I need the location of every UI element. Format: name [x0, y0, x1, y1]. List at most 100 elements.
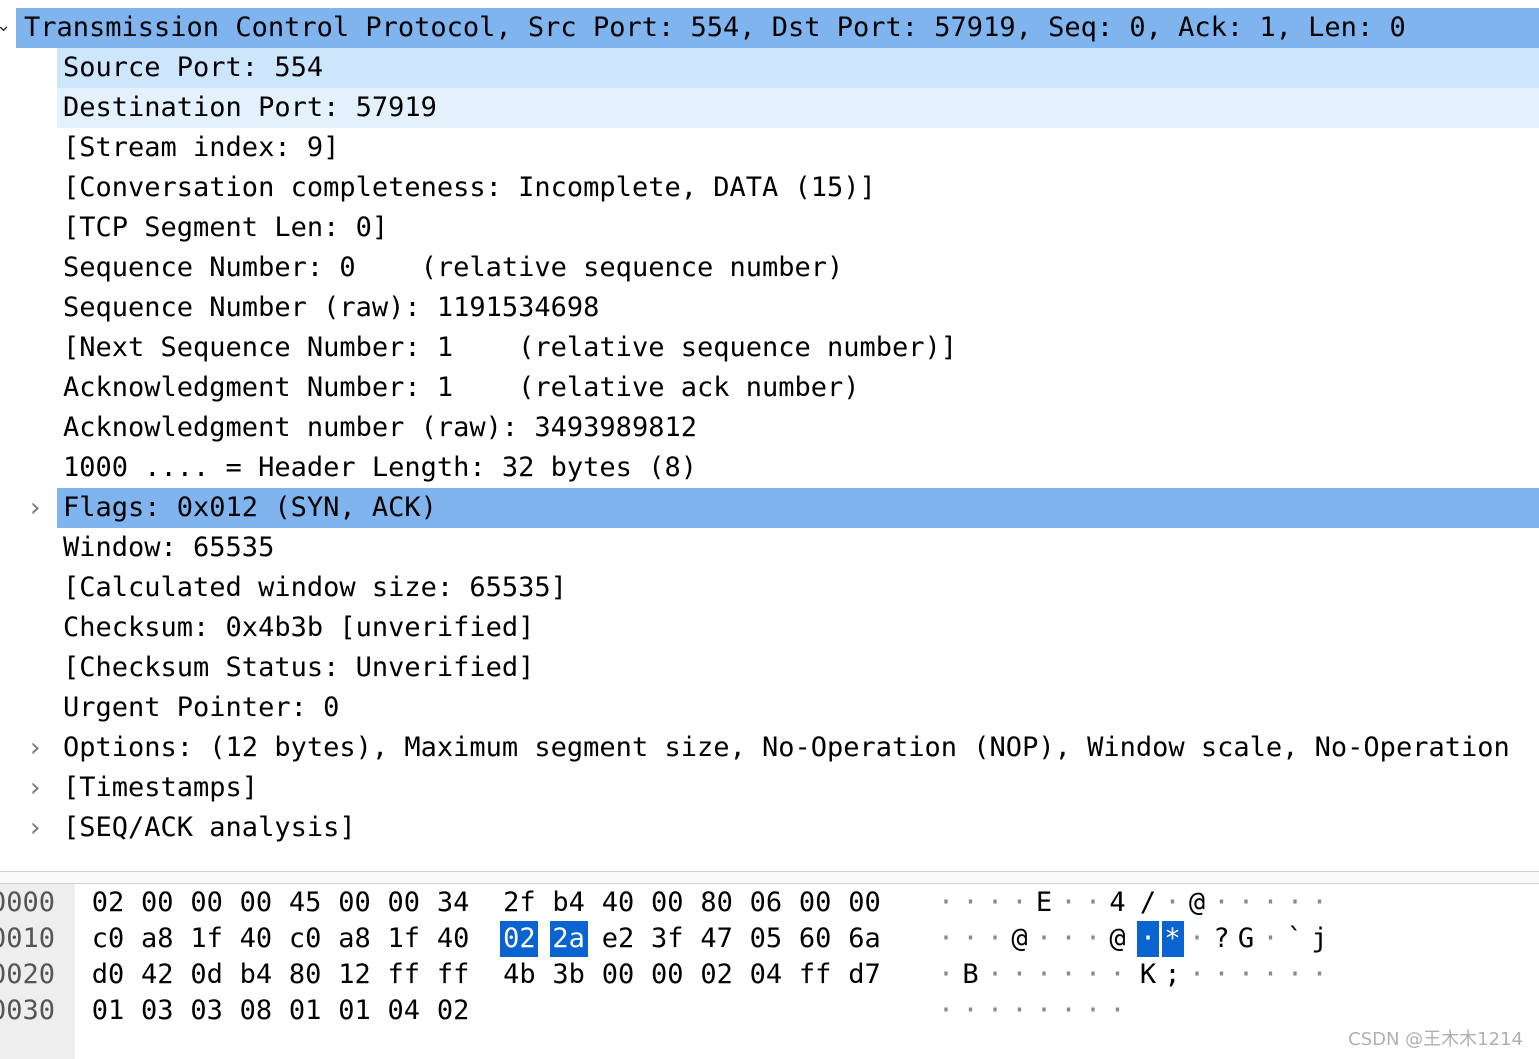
ascii-char[interactable]: · — [1058, 921, 1080, 957]
tree-row[interactable]: › [SEQ/ACK analysis] — [0, 808, 1539, 848]
ascii-char[interactable]: · — [1137, 921, 1159, 957]
hex-byte[interactable]: 3b — [550, 957, 588, 993]
tree-row[interactable]: › Options: (12 bytes), Maximum segment si… — [0, 728, 1539, 768]
hex-byte[interactable]: 45 — [286, 885, 324, 921]
hex-byte[interactable]: ff — [434, 957, 472, 993]
tree-row[interactable]: › [Timestamps] — [0, 768, 1539, 808]
ascii-char[interactable]: j — [1309, 921, 1331, 957]
tree-row[interactable]: 1000 .... = Header Length: 32 bytes (8) — [0, 448, 1539, 488]
tree-row[interactable]: [Stream index: 9] — [0, 128, 1539, 168]
hex-byte[interactable]: 80 — [286, 957, 324, 993]
hex-byte[interactable]: 42 — [138, 957, 176, 993]
ascii-char[interactable]: · — [984, 885, 1006, 921]
hex-byte[interactable]: 2a — [549, 921, 588, 957]
pane-splitter[interactable] — [0, 871, 1539, 884]
hex-byte[interactable]: 08 — [237, 993, 275, 1029]
tree-row[interactable]: Urgent Pointer: 0 — [0, 688, 1539, 728]
hex-byte[interactable]: 02 — [89, 885, 127, 921]
hex-byte[interactable]: 06 — [747, 885, 785, 921]
expand-arrow-icon[interactable]: › — [30, 488, 40, 528]
ascii-char[interactable]: @ — [1009, 921, 1031, 957]
tree-row[interactable]: Destination Port: 57919 — [0, 88, 1539, 128]
ascii-char[interactable]: E — [1033, 885, 1055, 921]
hex-byte[interactable]: 00 — [336, 885, 374, 921]
ascii-char[interactable]: · — [1162, 885, 1184, 921]
hex-byte[interactable]: 2f — [500, 885, 538, 921]
ascii-char[interactable]: · — [1260, 921, 1282, 957]
hex-byte[interactable]: 01 — [89, 993, 127, 1029]
hex-byte[interactable]: 02 — [434, 993, 472, 1029]
ascii-char[interactable]: K — [1137, 957, 1159, 993]
ascii-char[interactable]: * — [1161, 921, 1184, 957]
ascii-char[interactable]: · — [1033, 957, 1055, 993]
ascii-char[interactable]: ` — [1284, 921, 1306, 957]
hex-byte[interactable]: 00 — [188, 885, 226, 921]
hex-byte[interactable]: 60 — [796, 921, 834, 957]
hex-byte[interactable]: 80 — [698, 885, 736, 921]
ascii-char[interactable]: · — [960, 993, 982, 1029]
hex-byte[interactable]: 3f — [648, 921, 686, 957]
hex-byte[interactable]: 34 — [434, 885, 472, 921]
ascii-char[interactable]: · — [1235, 957, 1257, 993]
hex-byte[interactable]: 01 — [336, 993, 374, 1029]
ascii-char[interactable]: · — [984, 957, 1006, 993]
ascii-char[interactable]: / — [1137, 885, 1159, 921]
hex-byte[interactable]: 0d — [188, 957, 226, 993]
ascii-char[interactable]: · — [1284, 957, 1306, 993]
expand-arrow-icon[interactable]: › — [30, 728, 40, 768]
hex-byte[interactable]: b4 — [550, 885, 588, 921]
tree-row[interactable]: Acknowledgment Number: 1 (relative ack n… — [0, 368, 1539, 408]
tree-row[interactable]: [TCP Segment Len: 0] — [0, 208, 1539, 248]
ascii-char[interactable]: · — [1009, 993, 1031, 1029]
hex-byte[interactable]: d7 — [846, 957, 884, 993]
ascii-char[interactable]: · — [1058, 957, 1080, 993]
hex-byte[interactable]: 02 — [698, 957, 736, 993]
ascii-char[interactable]: · — [1186, 957, 1208, 993]
ascii-char[interactable]: · — [935, 921, 957, 957]
hex-byte[interactable]: 00 — [648, 957, 686, 993]
hex-byte[interactable]: 04 — [747, 957, 785, 993]
tree-row[interactable]: ⌄ Transmission Control Protocol, Src Port… — [0, 8, 1539, 48]
hex-byte[interactable]: 1f — [385, 921, 423, 957]
ascii-char[interactable]: @ — [1186, 885, 1208, 921]
hex-byte[interactable]: 05 — [747, 921, 785, 957]
hex-byte[interactable]: 6a — [846, 921, 884, 957]
hex-byte[interactable]: 4b — [500, 957, 538, 993]
hex-byte[interactable]: 47 — [698, 921, 736, 957]
ascii-char[interactable]: · — [1033, 993, 1055, 1029]
ascii-char[interactable]: · — [935, 957, 957, 993]
hex-byte[interactable]: 03 — [188, 993, 226, 1029]
tree-row[interactable]: [Checksum Status: Unverified] — [0, 648, 1539, 688]
ascii-char[interactable]: · — [960, 885, 982, 921]
ascii-char[interactable]: ; — [1162, 957, 1184, 993]
hex-byte[interactable]: 00 — [237, 885, 275, 921]
ascii-char[interactable]: ? — [1211, 921, 1233, 957]
ascii-char[interactable]: · — [1082, 885, 1104, 921]
hex-byte[interactable]: 01 — [286, 993, 324, 1029]
ascii-char[interactable]: · — [1260, 957, 1282, 993]
tree-row[interactable]: [Conversation completeness: Incomplete, … — [0, 168, 1539, 208]
tree-row[interactable]: [Next Sequence Number: 1 (relative seque… — [0, 328, 1539, 368]
ascii-char[interactable]: · — [984, 993, 1006, 1029]
ascii-char[interactable]: · — [1211, 885, 1233, 921]
hex-byte[interactable]: 00 — [846, 885, 884, 921]
hex-byte[interactable]: 40 — [237, 921, 275, 957]
ascii-char[interactable]: · — [935, 885, 957, 921]
ascii-char[interactable]: · — [1082, 921, 1104, 957]
hex-byte[interactable]: ff — [796, 957, 834, 993]
hex-byte[interactable]: 03 — [138, 993, 176, 1029]
hex-byte[interactable]: 00 — [599, 957, 637, 993]
ascii-char[interactable]: · — [935, 993, 957, 1029]
hex-byte[interactable]: 02 — [500, 921, 539, 957]
ascii-char[interactable]: · — [1107, 993, 1129, 1029]
tree-row[interactable]: Acknowledgment number (raw): 3493989812 — [0, 408, 1539, 448]
ascii-char[interactable]: B — [960, 957, 982, 993]
ascii-char[interactable]: · — [1058, 993, 1080, 1029]
tree-row[interactable]: Window: 65535 — [0, 528, 1539, 568]
ascii-char[interactable]: · — [1309, 957, 1331, 993]
hex-byte[interactable]: 00 — [385, 885, 423, 921]
collapse-arrow-icon[interactable]: ⌄ — [0, 6, 11, 46]
tree-row[interactable]: Checksum: 0x4b3b [unverified] — [0, 608, 1539, 648]
tree-row[interactable]: › Flags: 0x012 (SYN, ACK) — [0, 488, 1539, 528]
hex-byte[interactable]: 12 — [336, 957, 374, 993]
